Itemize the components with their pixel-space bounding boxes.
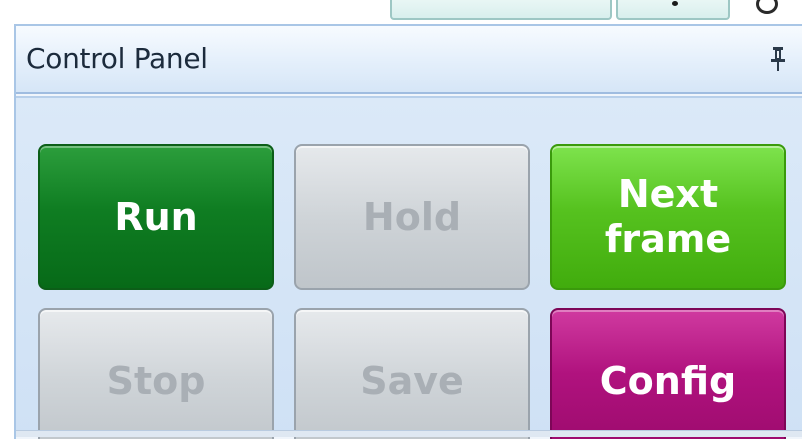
toolbar-dropdown[interactable] [616,0,730,20]
panel-header: Control Panel [16,26,802,94]
toolbar-field[interactable] [390,0,612,20]
control-panel-window: Control Panel Run Hold Next frame Stop S… [0,0,802,439]
pin-icon[interactable] [768,46,788,72]
stop-button[interactable]: Stop [38,308,274,439]
control-panel: Control Panel Run Hold Next frame Stop S… [14,24,802,439]
panel-divider [16,430,802,437]
config-button[interactable]: Config [550,308,786,439]
dropdown-indicator-icon [672,1,678,6]
panel-body: Run Hold Next frame Stop Save Config [16,96,802,439]
save-button[interactable]: Save [294,308,530,439]
panel-title: Control Panel [26,42,208,75]
toolbar-round-icon[interactable] [756,0,778,14]
top-toolbar-strip [0,0,802,22]
hold-button[interactable]: Hold [294,144,530,290]
next-frame-button[interactable]: Next frame [550,144,786,290]
run-button[interactable]: Run [38,144,274,290]
